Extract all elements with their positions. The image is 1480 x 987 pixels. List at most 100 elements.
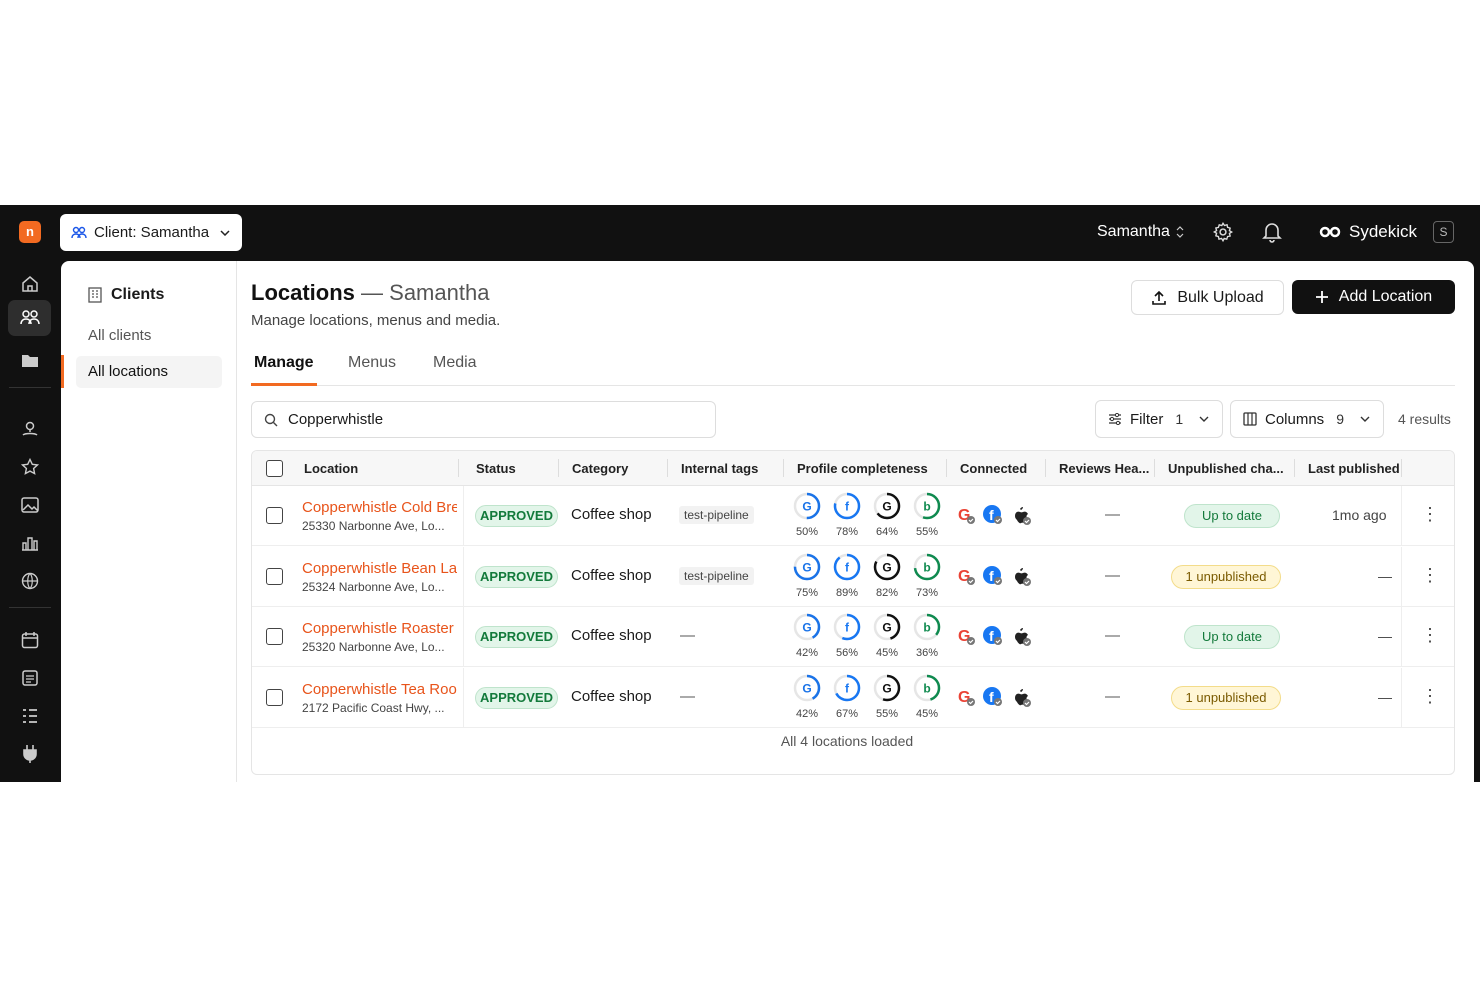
google-connected-icon[interactable]: G (955, 565, 977, 587)
bing-completeness-ring[interactable]: b (912, 673, 942, 703)
search-input[interactable]: Copperwhistle (251, 401, 716, 438)
app-logo[interactable]: n (19, 221, 41, 243)
google-connected-icon[interactable]: G (955, 686, 977, 708)
tab-menus[interactable]: Menus (348, 354, 396, 372)
apple-connected-icon[interactable] (1010, 565, 1032, 587)
row-checkbox[interactable] (266, 567, 283, 585)
row-checkbox[interactable] (266, 688, 283, 706)
folder-icon[interactable] (18, 349, 42, 373)
unpublished-changes-badge[interactable]: Up to date (1184, 625, 1280, 649)
tab-media[interactable]: Media (433, 354, 477, 372)
location-name-link[interactable]: Copperwhistle Bean La (302, 560, 457, 577)
document-icon[interactable] (18, 666, 42, 690)
image-icon[interactable] (18, 493, 42, 517)
user-menu[interactable]: Samantha (1097, 223, 1184, 241)
row-checkbox[interactable] (266, 628, 283, 645)
facebook-connected-icon[interactable]: f (982, 625, 1004, 647)
clients-icon[interactable] (8, 300, 51, 336)
svg-text:b: b (923, 681, 930, 695)
plug-icon[interactable] (18, 742, 42, 766)
pin-icon[interactable] (18, 417, 42, 441)
table-row[interactable]: Copperwhistle Tea Roo 2172 Pacific Coast … (252, 667, 1454, 728)
google-completeness-ring[interactable]: G (792, 552, 822, 582)
upload-icon (1152, 290, 1167, 305)
row-actions-kebab-icon[interactable]: ⋮ (1421, 504, 1439, 528)
column-header[interactable]: Reviews Hea... (1059, 461, 1149, 476)
bulk-upload-button[interactable]: Bulk Upload (1131, 280, 1284, 315)
column-header[interactable]: Internal tags (681, 461, 758, 476)
star-icon[interactable] (18, 455, 42, 479)
filter-button[interactable]: Filter 1 (1095, 400, 1223, 438)
table-row[interactable]: Copperwhistle Cold Bre 25330 Narbonne Ave… (252, 486, 1454, 546)
sydekick-button[interactable]: Sydekick (1319, 222, 1417, 242)
column-header[interactable]: Profile completeness (797, 461, 928, 476)
google-completeness-percent: 42% (795, 647, 819, 659)
unpublished-changes-badge[interactable]: 1 unpublished (1171, 685, 1281, 710)
column-divider (1401, 667, 1402, 728)
row-actions-kebab-icon[interactable]: ⋮ (1421, 686, 1439, 710)
calendar-icon[interactable] (18, 628, 42, 652)
subnav-item-all-locations[interactable]: All locations (76, 356, 222, 388)
google-completeness-ring[interactable]: G (792, 491, 822, 521)
column-header[interactable]: Connected (960, 461, 1027, 476)
google-connected-icon[interactable]: G (955, 504, 977, 526)
globe-icon[interactable] (18, 569, 42, 593)
list-icon[interactable] (18, 704, 42, 728)
facebook-connected-icon[interactable]: f (982, 686, 1004, 708)
row-actions-kebab-icon[interactable]: ⋮ (1421, 565, 1439, 589)
client-selector[interactable]: Client: Samantha (60, 214, 242, 251)
google-completeness-ring[interactable]: G (792, 612, 822, 642)
internal-tag[interactable]: test-pipeline (679, 566, 754, 585)
unpublished-changes-badge[interactable]: Up to date (1184, 504, 1280, 528)
apple-connected-icon[interactable] (1010, 686, 1032, 708)
google-completeness-ring[interactable]: G (792, 673, 822, 703)
unpublished-changes-badge[interactable]: 1 unpublished (1171, 564, 1281, 589)
gear-icon[interactable] (1212, 221, 1234, 243)
bing-completeness-ring[interactable]: b (912, 491, 942, 521)
bing-completeness-ring[interactable]: b (912, 552, 942, 582)
table-row[interactable]: Copperwhistle Roaster 25320 Narbonne Ave,… (252, 607, 1454, 667)
category-value: Coffee shop (571, 506, 652, 523)
select-all-checkbox[interactable] (266, 460, 283, 477)
location-name-link[interactable]: Copperwhistle Roaster (302, 620, 457, 637)
bell-icon[interactable] (1262, 221, 1282, 243)
google-connected-icon[interactable]: G (955, 625, 977, 647)
row-checkbox[interactable] (266, 507, 283, 524)
svg-text:G: G (802, 560, 811, 574)
facebook-completeness-ring[interactable]: f (832, 612, 862, 642)
add-location-button[interactable]: Add Location (1292, 280, 1455, 314)
google-alt-completeness-ring[interactable]: G (872, 552, 902, 582)
facebook-completeness-ring[interactable]: f (832, 673, 862, 703)
column-header[interactable]: Unpublished cha... (1168, 461, 1284, 476)
tab-manage[interactable]: Manage (254, 354, 314, 372)
svg-text:G: G (882, 500, 891, 514)
google-alt-completeness-percent: 64% (875, 526, 899, 538)
column-header[interactable]: Location (304, 461, 358, 476)
tags-empty: — (680, 687, 695, 705)
columns-button[interactable]: Columns 9 (1230, 400, 1384, 438)
analytics-icon[interactable] (18, 531, 42, 555)
facebook-connected-icon[interactable]: f (982, 565, 1004, 587)
column-header[interactable]: Status (476, 461, 516, 476)
google-alt-completeness-ring[interactable]: G (872, 673, 902, 703)
facebook-completeness-ring[interactable]: f (832, 552, 862, 582)
home-icon[interactable] (18, 272, 42, 296)
column-header[interactable]: Last published (1308, 461, 1400, 476)
subnav-item-all-clients[interactable]: All clients (76, 320, 222, 352)
table-header: Location Status Category Internal tags P… (252, 451, 1454, 486)
bing-completeness-ring[interactable]: b (912, 612, 942, 642)
apple-connected-icon[interactable] (1010, 625, 1032, 647)
row-actions-kebab-icon[interactable]: ⋮ (1421, 625, 1439, 649)
table-row[interactable]: Copperwhistle Bean La 25324 Narbonne Ave,… (252, 546, 1454, 607)
facebook-completeness-ring[interactable]: f (832, 491, 862, 521)
google-alt-completeness-ring[interactable]: G (872, 491, 902, 521)
internal-tag[interactable]: test-pipeline (679, 506, 754, 524)
svg-text:f: f (845, 500, 850, 514)
google-alt-completeness-ring[interactable]: G (872, 612, 902, 642)
apple-connected-icon[interactable] (1010, 504, 1032, 526)
svg-text:b: b (923, 560, 930, 574)
column-header[interactable]: Category (572, 461, 628, 476)
location-name-link[interactable]: Copperwhistle Cold Bre (302, 499, 457, 516)
facebook-connected-icon[interactable]: f (982, 504, 1004, 526)
location-name-link[interactable]: Copperwhistle Tea Roo (302, 681, 457, 698)
